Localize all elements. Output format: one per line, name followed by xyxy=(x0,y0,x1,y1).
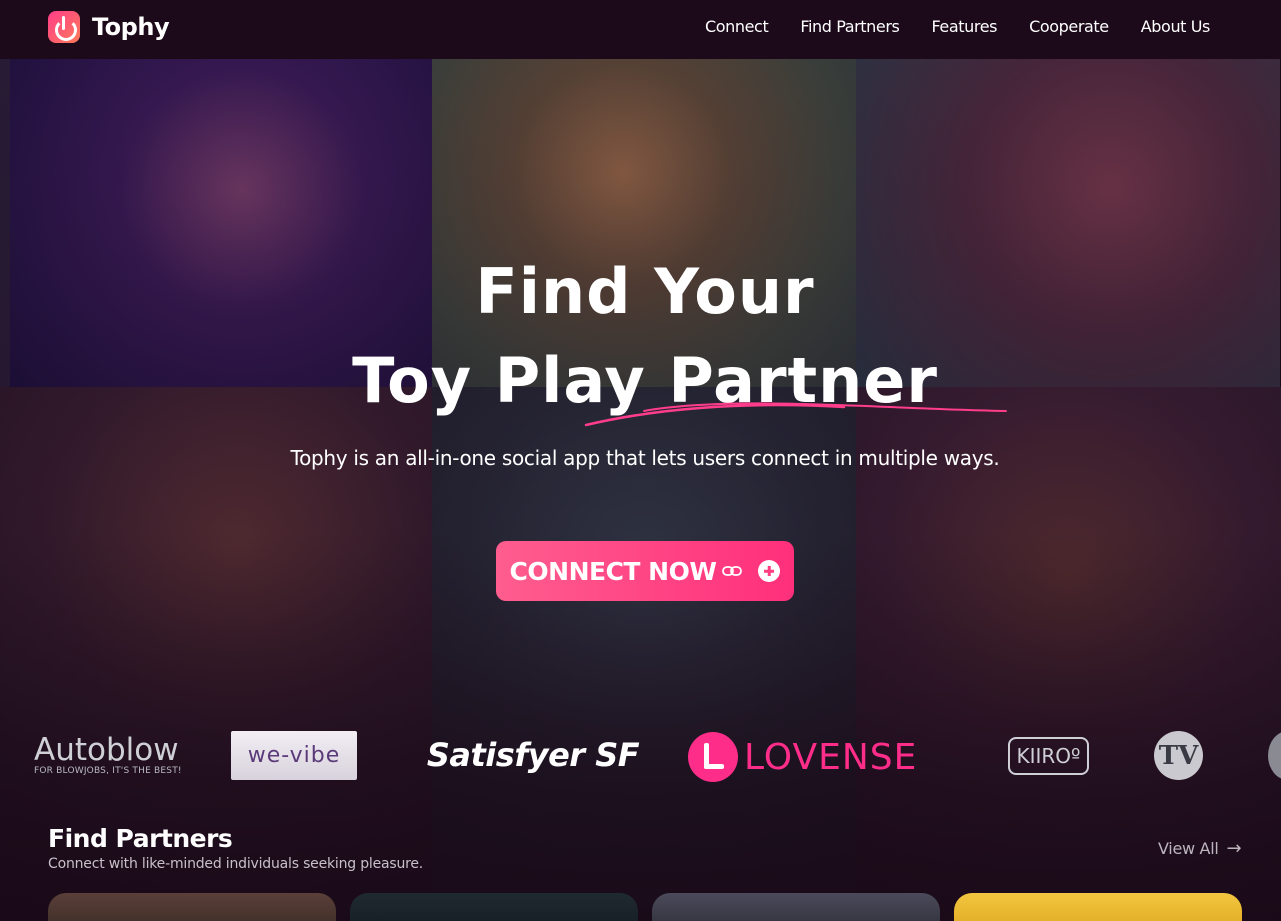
autoblow-wordmark: Autoblow xyxy=(34,732,179,768)
arrow-right-icon: → xyxy=(1226,838,1242,859)
brand[interactable]: Tophy xyxy=(48,11,170,43)
tv-brand-logo[interactable]: TV xyxy=(1154,731,1203,780)
satisfyer-logo[interactable]: Satisfyer SF xyxy=(420,735,646,775)
nav-cooperate[interactable]: Cooperate xyxy=(1029,17,1109,36)
nav-links: Connect Find Partners Features Cooperate… xyxy=(705,17,1210,36)
partner-card[interactable] xyxy=(48,893,336,921)
view-all-label: View All xyxy=(1158,839,1219,858)
lovense-wordmark: LOVENSE xyxy=(744,736,918,778)
nav-features[interactable]: Features xyxy=(931,17,997,36)
partner-brand-strip: Autoblow FOR BLOWJOBS, IT'S THE BEST! we… xyxy=(0,727,1281,787)
kiiroo-logo[interactable]: KIIROº xyxy=(1008,737,1089,775)
nav-find-partners[interactable]: Find Partners xyxy=(800,17,900,36)
lovense-mark-icon xyxy=(688,732,738,782)
top-navbar: Tophy Connect Find Partners Features Coo… xyxy=(0,0,1281,59)
autoblow-logo[interactable]: Autoblow FOR BLOWJOBS, IT'S THE BEST! xyxy=(34,734,194,776)
hero-subtitle: Tophy is an all-in-one social app that l… xyxy=(290,446,1000,470)
partner-card[interactable] xyxy=(350,893,638,921)
autoblow-tagline: FOR BLOWJOBS, IT'S THE BEST! xyxy=(34,766,182,776)
find-partners-title: Find Partners xyxy=(48,824,233,853)
wevibe-logo[interactable]: we-vibe xyxy=(231,731,357,780)
wevibe-wordmark: we-vibe xyxy=(247,743,341,768)
nav-connect[interactable]: Connect xyxy=(705,17,769,36)
partial-brand-logo[interactable] xyxy=(1268,731,1281,780)
hero-title-line-1: Find Your xyxy=(475,255,815,328)
kiiroo-wordmark: KIIROº xyxy=(1016,744,1081,768)
lovense-logo[interactable]: LOVENSE xyxy=(688,731,944,783)
brush-underline-icon xyxy=(584,402,1007,427)
partner-card[interactable] xyxy=(954,893,1242,921)
connect-now-button[interactable]: CONNECT NOW xyxy=(496,541,794,601)
connect-now-label: CONNECT NOW xyxy=(509,556,717,586)
hero-overlay xyxy=(0,59,1281,921)
tophy-logo-icon xyxy=(48,11,80,43)
link-icon xyxy=(722,566,743,576)
tv-brand-mark: TV xyxy=(1158,740,1199,771)
view-all-link[interactable]: View All → xyxy=(1158,838,1242,859)
brand-name: Tophy xyxy=(92,13,170,41)
partner-card[interactable] xyxy=(652,893,940,921)
plus-circle-icon xyxy=(758,560,781,582)
nav-about-us[interactable]: About Us xyxy=(1141,17,1211,36)
satisfyer-wordmark: Satisfyer SF xyxy=(426,736,640,774)
find-partners-subtitle: Connect with like-minded individuals see… xyxy=(48,856,424,872)
hero-section: Find Your Toy Play Partner Tophy is an a… xyxy=(0,59,1281,921)
